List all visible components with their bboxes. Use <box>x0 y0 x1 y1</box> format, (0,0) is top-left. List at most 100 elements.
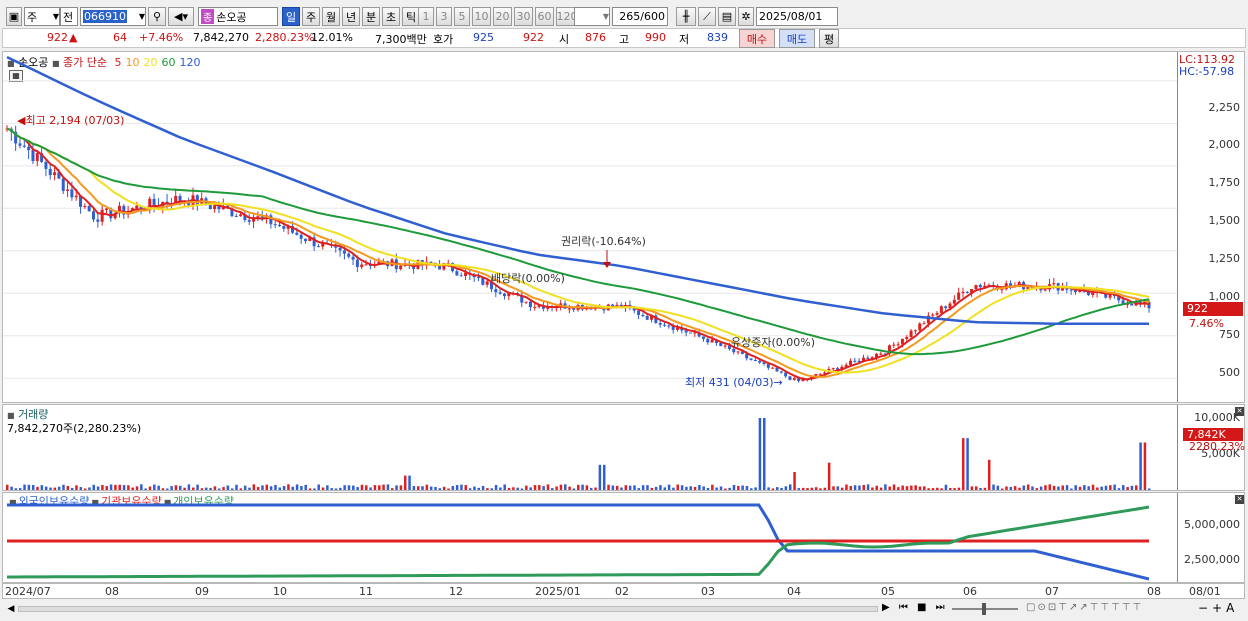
interval-button[interactable]: 60 <box>535 7 554 26</box>
date-value: 2025/08/01 <box>759 10 823 23</box>
count-field[interactable]: 265/600 <box>612 7 668 26</box>
x-axis-label: 11 <box>359 585 373 598</box>
candle-body <box>355 259 359 267</box>
period-button[interactable]: 초 <box>382 7 400 26</box>
zoom-slider-handle[interactable] <box>982 603 986 615</box>
close-icon[interactable]: ✕ <box>1235 495 1244 504</box>
candle-body <box>961 291 965 293</box>
volume-bar <box>676 484 679 490</box>
high-label: 고 <box>619 33 630 46</box>
candle-body <box>818 373 822 375</box>
sell-button[interactable]: 매도 <box>779 29 815 48</box>
volume-bar <box>166 488 169 490</box>
stock-name-value: 손오공 <box>216 10 247 24</box>
period-button[interactable]: 년 <box>342 7 360 26</box>
volume-bar <box>1057 486 1060 490</box>
volume-bar <box>905 486 909 490</box>
period-button[interactable]: 월 <box>322 7 340 26</box>
candle-body <box>1130 303 1134 306</box>
volume-bar <box>801 487 805 490</box>
candle-body <box>27 146 31 151</box>
volume-bar <box>230 488 234 490</box>
candle-body <box>524 301 528 303</box>
interval-button[interactable]: 20 <box>493 7 512 26</box>
playback-controls[interactable]: ▶ ⏮ ■ ⏭ <box>882 602 948 613</box>
gear-icon[interactable]: ✲ <box>738 7 754 26</box>
volume-bar <box>204 487 208 490</box>
up-arrow-icon: ▲ <box>69 31 78 44</box>
volume-chart[interactable] <box>3 405 1177 490</box>
market-select[interactable]: 주 ▼ <box>24 7 60 26</box>
candle-body <box>178 196 182 201</box>
volume-bar <box>879 487 883 490</box>
volume-bar <box>944 484 948 490</box>
candle-body <box>753 359 757 361</box>
period-button[interactable]: 분 <box>362 7 380 26</box>
stock-name-field[interactable]: 종 손오공 <box>198 7 278 26</box>
speaker-icon[interactable]: ◀▾ <box>168 7 194 26</box>
scope-select[interactable]: 전 <box>60 7 78 26</box>
volume-bar <box>646 485 649 490</box>
line-tool-icon[interactable]: ⟋ <box>698 7 716 26</box>
scroll-track[interactable] <box>18 606 878 612</box>
candle-icon[interactable]: ╫ <box>676 7 696 26</box>
interval-button[interactable]: 5 <box>454 7 470 26</box>
volume-bar <box>438 488 442 490</box>
volume-bar <box>192 487 195 490</box>
volume-bar <box>282 485 286 490</box>
candle-body <box>939 306 943 313</box>
low-note: 최저 431 (04/03)→ <box>685 376 783 389</box>
volume-bar <box>79 487 83 490</box>
date-field[interactable]: 2025/08/01 <box>756 7 838 26</box>
volume-bar <box>888 486 891 490</box>
volume-bar <box>1000 488 1004 490</box>
volume-bar <box>836 486 840 490</box>
volume-bar <box>395 485 398 490</box>
volume-bar <box>23 484 26 490</box>
unit-select[interactable]: ▼ <box>574 7 610 26</box>
volume-bar <box>1143 442 1147 490</box>
window-icon[interactable]: ▣ <box>6 7 22 26</box>
current-price: 922 <box>47 31 68 44</box>
volume-bar <box>719 486 723 490</box>
scroll-left-icon[interactable]: ◀ <box>4 602 18 616</box>
volume-bar <box>529 487 532 490</box>
interval-button[interactable]: 1 <box>418 7 434 26</box>
period-button[interactable]: 주 <box>302 7 320 26</box>
volume-bar <box>1100 486 1103 490</box>
candle-body <box>645 316 649 320</box>
volume-bar <box>347 485 351 490</box>
interval-button[interactable]: 30 <box>514 7 533 26</box>
volume-bar <box>750 488 753 490</box>
avg-button[interactable]: 평 <box>819 29 839 48</box>
volume-bar <box>122 485 126 490</box>
candle-body <box>360 264 364 267</box>
candle-body <box>351 256 355 260</box>
buy-button[interactable]: 매수 <box>739 29 775 48</box>
volume-bar <box>784 486 788 490</box>
volume-bar <box>291 486 294 490</box>
drawing-tools[interactable]: ▢⊙⊡⊤↗↗⊤⊤⊤⊤⊤ <box>1026 602 1143 613</box>
volume-bar <box>239 488 243 490</box>
candle-body <box>18 143 22 146</box>
holding-chart[interactable] <box>3 493 1177 582</box>
toolbar: ▣ 주 ▼ 전 066910 ▼ ⚲ ◀▾ 종 손오공 일주월년분초틱 1 3 5 10 20… <box>2 3 1246 26</box>
period-button[interactable]: 일 <box>282 7 300 26</box>
candle-body <box>273 224 277 226</box>
price-chart[interactable]: ◀최고 2,194 (07/03) 최저 431 (04/03)→ 권리락(-10.… <box>3 52 1177 402</box>
interval-button[interactable]: 3 <box>436 7 452 26</box>
code-input[interactable]: 066910 ▼ <box>80 7 146 26</box>
search-icon[interactable]: ⚲ <box>148 7 166 26</box>
x-axis-label: 09 <box>195 585 209 598</box>
volume-bar <box>187 484 191 490</box>
interval-button[interactable]: 10 <box>472 7 491 26</box>
zoom-buttons[interactable]: −+A <box>1198 601 1238 615</box>
candle-body <box>96 219 100 222</box>
save-icon[interactable]: ▤ <box>718 7 736 26</box>
volume-bar <box>308 488 312 490</box>
volume-bar <box>1065 485 1069 490</box>
volume-bar <box>1096 487 1099 490</box>
high-note: ◀최고 2,194 (07/03) <box>17 114 124 127</box>
volume-bar <box>140 484 143 490</box>
market-value: 주 <box>27 10 38 24</box>
